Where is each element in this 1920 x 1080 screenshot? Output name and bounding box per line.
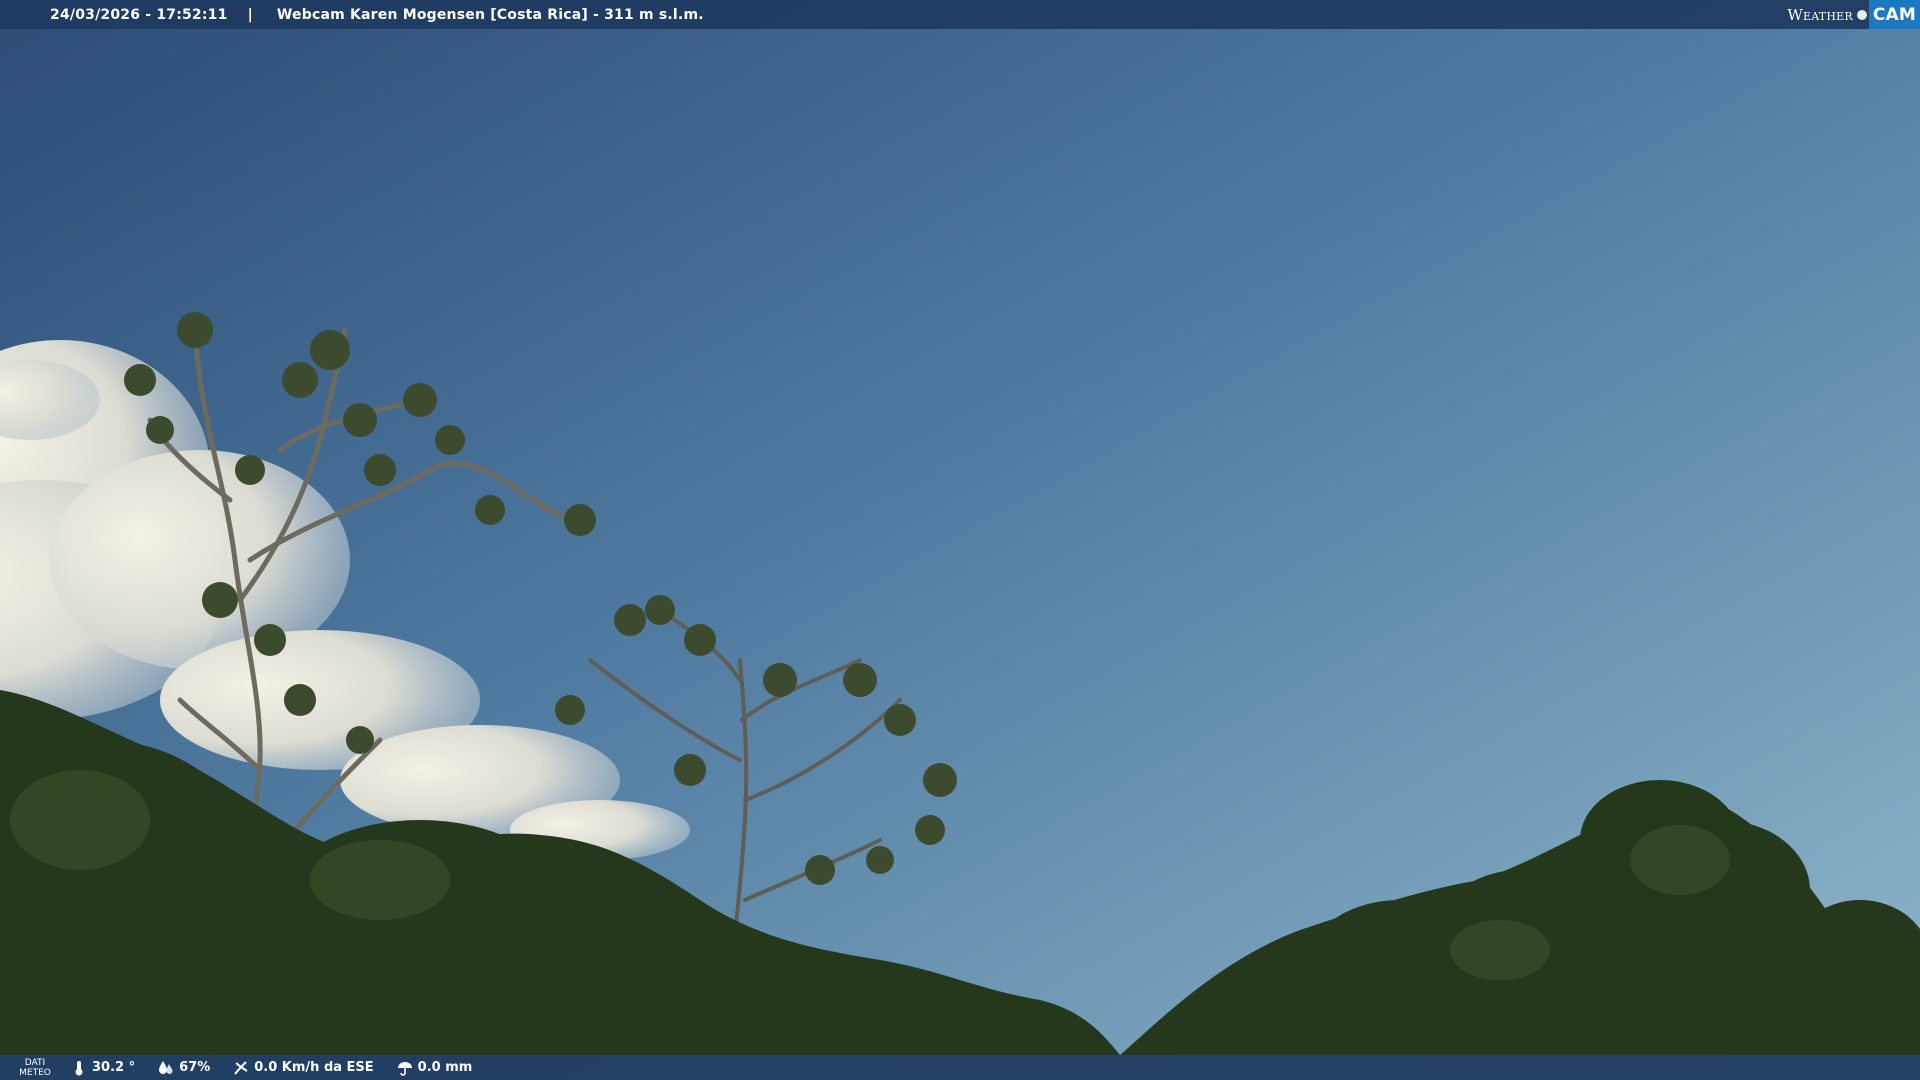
logo-weather-text: Weather (1787, 5, 1853, 24)
rain-stat: 0.0 mm (396, 1059, 473, 1077)
logo-cam-text: CAM (1868, 0, 1920, 29)
weathercam-logo: Weather CAM (1787, 0, 1920, 29)
temperature-stat: 30.2 ° (70, 1059, 135, 1077)
header-separator: | (247, 6, 253, 23)
webcam-image (0, 0, 1920, 1080)
weather-data-bar: DATI METEO 30.2 ° 67% 0.0 Km/h da ESE 0.… (0, 1055, 1920, 1080)
weather-data-label-line2: METEO (19, 1067, 51, 1078)
humidity-value: 67% (179, 1060, 211, 1075)
humidity-stat: 67% (157, 1059, 210, 1077)
timestamp: 24/03/2026 - 17:52:11 (50, 6, 228, 23)
webcam-frame: 24/03/2026 - 17:52:11 | Webcam Karen Mog… (0, 0, 1920, 1080)
wind-icon (234, 1060, 248, 1075)
rain-value: 0.0 mm (417, 1060, 473, 1075)
temperature-value: 30.2 ° (92, 1060, 136, 1075)
humidity-drop-icon (159, 1060, 173, 1074)
header-bar: 24/03/2026 - 17:52:11 | Webcam Karen Mog… (0, 0, 1920, 29)
weather-data-label: DATI METEO (0, 1058, 70, 1078)
logo-lens-icon (1856, 9, 1867, 20)
umbrella-icon (397, 1061, 412, 1076)
camera-title: Webcam Karen Mogensen [Costa Rica] - 311… (276, 6, 704, 23)
wind-stat: 0.0 Km/h da ESE (232, 1059, 374, 1077)
thermometer-icon (75, 1060, 83, 1075)
weather-data-label-line1: DATI (24, 1057, 46, 1068)
wind-value: 0.0 Km/h da ESE (254, 1060, 374, 1075)
